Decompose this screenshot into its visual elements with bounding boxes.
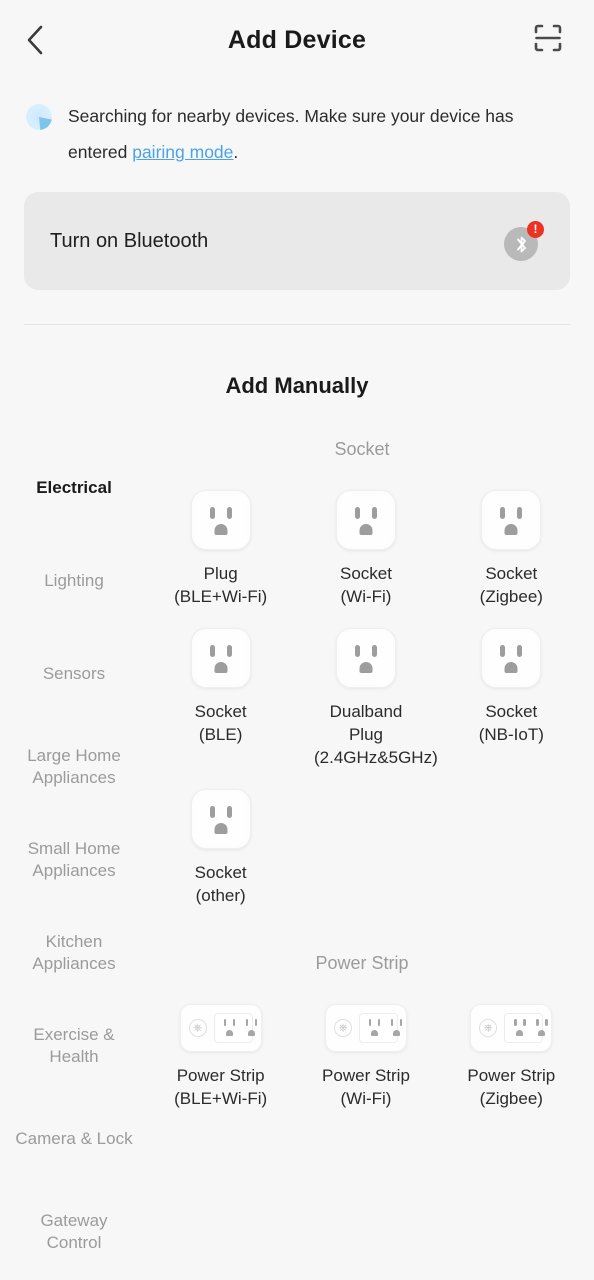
add-device-screen: Add Device Searching for nearby devices.… xyxy=(0,0,594,1280)
sidebar-item-lighting[interactable]: Lighting xyxy=(0,534,148,627)
searching-text: Searching for nearby devices. Make sure … xyxy=(68,98,558,170)
sidebar-item-label: Gateway Control xyxy=(40,1210,108,1252)
product-item[interactable]: Socket (NB-IoT) xyxy=(439,628,584,769)
sidebar-item-kitchen-appliances[interactable]: Kitchen Appliances xyxy=(0,906,148,999)
power-button-glyph: ⎈ xyxy=(188,1019,207,1037)
searching-text-after: . xyxy=(233,142,239,162)
add-manually-title: Add Manually xyxy=(225,373,369,398)
socket-icon xyxy=(481,490,542,550)
radar-spinner-icon xyxy=(26,104,52,130)
socket-icon xyxy=(481,628,542,688)
sidebar-item-small-home-appliances[interactable]: Small Home Appliances xyxy=(0,813,148,906)
socket-icon xyxy=(190,628,251,688)
power-strip-icon: ⎈ xyxy=(470,1004,553,1052)
sidebar-item-label: Lighting xyxy=(44,570,104,590)
sidebar-item-camera-lock[interactable]: Camera & Lock xyxy=(0,1092,148,1185)
product-item[interactable]: ⎈ Power Strip (Wi-Fi) xyxy=(293,1004,438,1110)
sidebar-item-gateway-control[interactable]: Gateway Control xyxy=(0,1185,148,1278)
power-button-glyph: ⎈ xyxy=(333,1019,352,1037)
sidebar-item-label: Sensors xyxy=(42,663,106,683)
section-title-socket: Socket xyxy=(334,439,390,459)
product-label: Plug (BLE+Wi-Fi) xyxy=(174,564,268,606)
power-button-glyph: ⎈ xyxy=(479,1019,498,1037)
chevron-left-icon xyxy=(24,24,46,56)
sidebar-item-sensors[interactable]: Sensors xyxy=(0,627,148,720)
product-label: Socket (other) xyxy=(194,863,247,905)
product-label: Power Strip (Zigbee) xyxy=(467,1066,556,1108)
sidebar-item-label: Exercise & Health xyxy=(33,1024,115,1066)
sidebar-item-large-home-appliances[interactable]: Large Home Appliances xyxy=(0,720,148,813)
product-label: Socket (BLE) xyxy=(194,702,247,744)
back-button[interactable] xyxy=(24,18,68,62)
turn-on-bluetooth-card[interactable]: Turn on Bluetooth ! xyxy=(24,192,570,290)
sidebar-item-label: Small Home Appliances xyxy=(27,838,121,880)
bluetooth-alert-badge: ! xyxy=(527,221,544,238)
sidebar-item-label: Large Home Appliances xyxy=(27,745,121,787)
product-item[interactable]: Socket (Zigbee) xyxy=(439,490,584,608)
product-label: Socket (Wi-Fi) xyxy=(339,564,392,606)
pairing-mode-link[interactable]: pairing mode xyxy=(132,142,233,162)
sidebar-item-label: Camera & Lock xyxy=(15,1128,133,1148)
product-list: Socket Plug (BLE+Wi-Fi) Socket (Wi-Fi) S… xyxy=(148,439,594,1278)
scan-qr-icon xyxy=(533,23,563,58)
scan-button[interactable] xyxy=(526,18,570,62)
socket-grid: Plug (BLE+Wi-Fi) Socket (Wi-Fi) Socket (… xyxy=(148,490,584,927)
product-item[interactable]: Dualband Plug (2.4GHz&5GHz) xyxy=(293,628,438,769)
product-label: Socket (NB-IoT) xyxy=(478,702,544,744)
socket-icon xyxy=(335,628,396,688)
product-label: Power Strip (Wi-Fi) xyxy=(322,1066,410,1108)
product-item[interactable]: Socket (BLE) xyxy=(148,628,293,769)
app-header: Add Device xyxy=(0,0,594,80)
section-divider xyxy=(24,324,570,325)
category-sidebar: Electrical Lighting Sensors Large Home A… xyxy=(0,439,148,1278)
product-item[interactable]: Socket (other) xyxy=(148,789,293,907)
bluetooth-icon-wrapper: ! xyxy=(504,221,544,261)
power-strip-icon: ⎈ xyxy=(179,1004,262,1052)
section-title-power-strip: Power Strip xyxy=(315,953,409,973)
sidebar-item-electrical[interactable]: Electrical xyxy=(0,441,148,534)
searching-status: Searching for nearby devices. Make sure … xyxy=(0,80,594,170)
product-label: Socket (Zigbee) xyxy=(479,564,543,606)
power-strip-grid: ⎈ Power Strip (BLE+Wi-Fi) ⎈ Power Strip … xyxy=(148,1004,584,1130)
product-label: Dualband Plug (2.4GHz&5GHz) xyxy=(313,702,438,767)
page-title: Add Device xyxy=(227,25,367,54)
product-item[interactable]: Socket (Wi-Fi) xyxy=(293,490,438,608)
sidebar-item-exercise-health[interactable]: Exercise & Health xyxy=(0,999,148,1092)
sidebar-item-label: Kitchen Appliances xyxy=(32,931,116,973)
product-label: Power Strip (BLE+Wi-Fi) xyxy=(174,1066,268,1108)
power-strip-icon: ⎈ xyxy=(324,1004,407,1052)
sidebar-item-label: Electrical xyxy=(36,477,112,497)
product-item[interactable]: ⎈ Power Strip (Zigbee) xyxy=(439,1004,584,1110)
category-and-products: Electrical Lighting Sensors Large Home A… xyxy=(0,439,594,1278)
socket-icon xyxy=(190,789,251,849)
socket-icon xyxy=(335,490,396,550)
product-item[interactable]: Plug (BLE+Wi-Fi) xyxy=(148,490,293,608)
socket-icon xyxy=(190,490,251,550)
product-item[interactable]: ⎈ Power Strip (BLE+Wi-Fi) xyxy=(148,1004,293,1110)
bluetooth-card-label: Turn on Bluetooth xyxy=(50,229,209,252)
